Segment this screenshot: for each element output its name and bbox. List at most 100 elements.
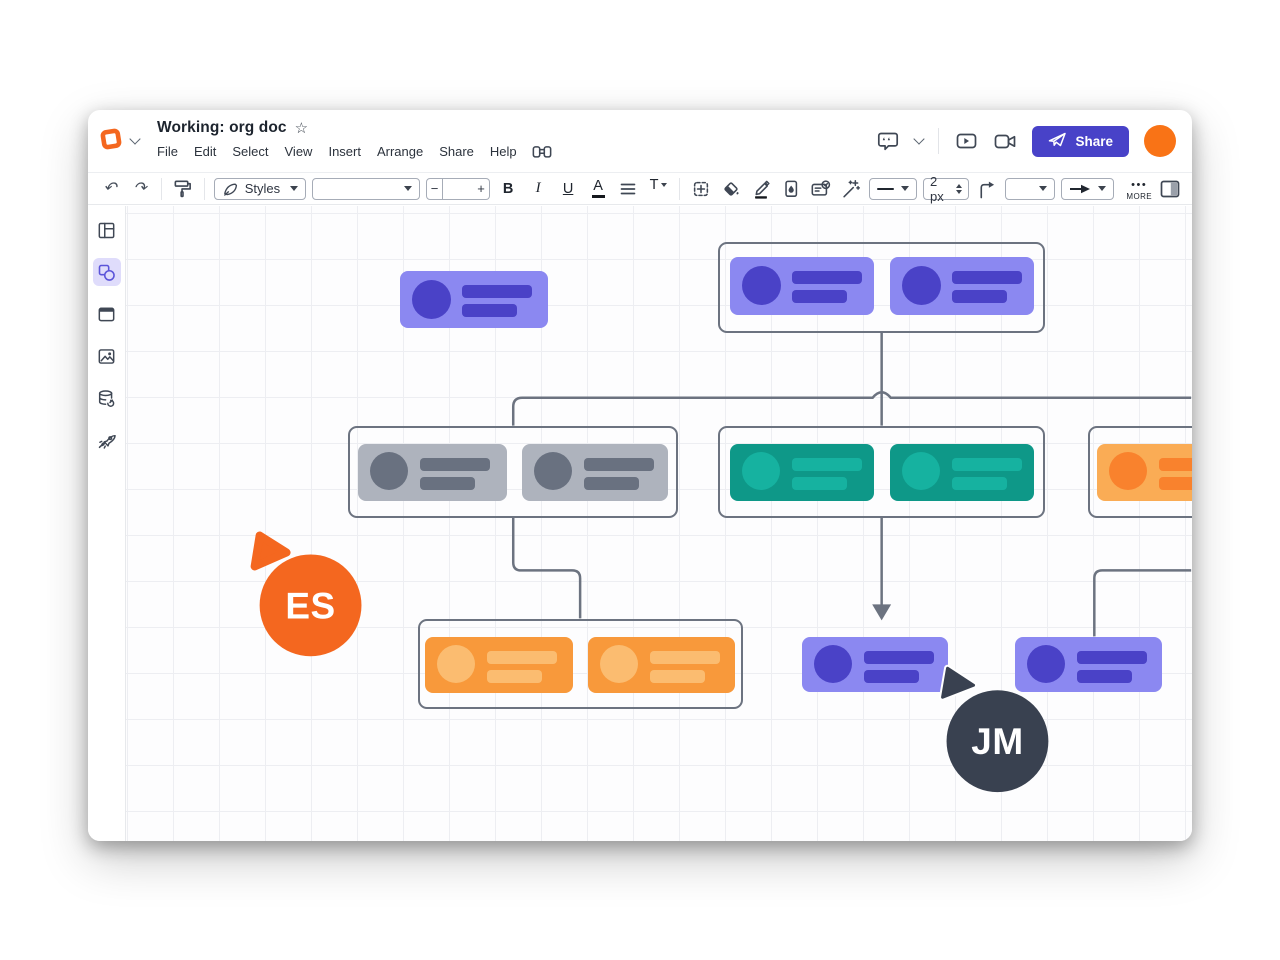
redo-button[interactable] (128, 177, 152, 201)
elbow-connector-icon (977, 179, 996, 199)
line-width-stepper[interactable]: 2 px (923, 178, 969, 200)
text-placeholder (462, 304, 517, 317)
avatar-placeholder (902, 266, 941, 305)
text-placeholder (1159, 477, 1192, 490)
line-start-dropdown[interactable] (1005, 178, 1056, 200)
text-color-button[interactable]: A (586, 177, 610, 201)
org-node[interactable] (1097, 444, 1192, 501)
text-placeholder (792, 290, 847, 303)
text-placeholder (952, 271, 1022, 284)
pencil-line-color-icon (751, 178, 771, 199)
sidebar-item-data[interactable] (93, 384, 121, 412)
sidebar-item-images[interactable] (93, 342, 121, 370)
database-link-icon (96, 388, 117, 409)
menu-help[interactable]: Help (483, 143, 524, 160)
org-node[interactable] (358, 444, 507, 501)
line-end-dropdown[interactable] (1061, 178, 1114, 200)
text-placeholder (792, 271, 862, 284)
sidebar-item-more-shapes[interactable] (93, 426, 121, 454)
more-label: MORE (1126, 193, 1152, 201)
connector-type-button[interactable] (975, 177, 999, 201)
bold-button[interactable]: B (496, 177, 520, 201)
avatar-placeholder (412, 280, 451, 319)
connector-right-elbow (1094, 570, 1191, 636)
org-node-upper-left[interactable] (400, 271, 548, 328)
shadow-button[interactable] (779, 177, 803, 201)
text-placeholder (792, 458, 862, 471)
cursor-pointer-icon (255, 535, 287, 566)
share-button[interactable]: Share (1032, 126, 1129, 157)
document-title[interactable]: Working: org doc (157, 119, 287, 137)
magic-wand-icon (840, 178, 861, 199)
line-style-dropdown[interactable] (869, 178, 917, 200)
text-placeholder (420, 458, 490, 471)
font-size-value[interactable] (443, 178, 473, 200)
present-slideshow-icon[interactable] (954, 129, 978, 153)
panel-right-icon (1160, 180, 1180, 198)
format-painter-button[interactable] (171, 177, 195, 201)
cursor-avatar (947, 690, 1049, 792)
connector-branch (513, 392, 1191, 425)
more-tools-button[interactable]: MORE (1126, 177, 1152, 201)
font-size-increase-button[interactable]: + (473, 178, 490, 200)
stepper-arrows-icon[interactable] (956, 181, 962, 197)
undo-button[interactable] (98, 177, 122, 201)
avatar-placeholder (1027, 645, 1065, 683)
video-camera-icon[interactable] (993, 129, 1017, 153)
fill-color-button[interactable] (719, 177, 743, 201)
menu-share[interactable]: Share (432, 143, 481, 160)
caret-down-icon (1098, 186, 1106, 195)
toolbar: Styles − + B I U A T (88, 172, 1192, 205)
org-node[interactable] (730, 257, 874, 315)
sidebar-item-shapes[interactable] (93, 258, 121, 286)
right-panel-toggle-button[interactable] (1158, 177, 1182, 201)
text-placeholder (650, 651, 720, 664)
text-options-button[interactable]: T (646, 177, 670, 201)
menu-bar: File Edit Select View Insert Arrange Sha… (157, 139, 554, 163)
org-node[interactable] (425, 637, 573, 693)
menu-file[interactable]: File (157, 143, 185, 160)
annotate-button[interactable] (809, 177, 833, 201)
org-node[interactable] (890, 444, 1034, 501)
menu-insert[interactable]: Insert (321, 143, 368, 160)
caret-down-icon (901, 186, 909, 195)
org-node-bottom-center[interactable] (802, 637, 948, 692)
magic-wand-button[interactable] (839, 177, 863, 201)
org-node[interactable] (730, 444, 874, 501)
comments-icon[interactable] (876, 129, 900, 153)
canvas-grid[interactable]: ES JM (126, 206, 1192, 841)
menu-edit[interactable]: Edit (187, 143, 223, 160)
redo-icon (133, 181, 146, 197)
sidebar-item-frames[interactable] (93, 300, 121, 328)
org-node-bottom-right[interactable] (1015, 637, 1162, 692)
caret-down-icon (404, 186, 412, 195)
styles-dropdown[interactable]: Styles (214, 178, 306, 200)
italic-button[interactable]: I (526, 177, 550, 201)
chevron-down-icon (129, 133, 140, 144)
underline-button[interactable]: U (556, 177, 580, 201)
window-frame-icon (96, 304, 117, 325)
app-logo-menu[interactable] (96, 126, 139, 157)
font-size-decrease-button[interactable]: − (426, 178, 443, 200)
menu-select[interactable]: Select (225, 143, 275, 160)
chevron-down-icon[interactable] (914, 133, 925, 144)
caret-down-icon (290, 186, 298, 195)
avatar-placeholder (742, 452, 780, 490)
sidebar-item-layout[interactable] (93, 216, 121, 244)
org-node[interactable] (588, 637, 735, 693)
cursor-avatar (260, 554, 362, 656)
text-align-button[interactable] (616, 177, 640, 201)
header-divider (938, 128, 939, 154)
menu-view[interactable]: View (278, 143, 320, 160)
text-color-swatch (592, 195, 605, 198)
star-favorite-icon[interactable] (295, 121, 308, 136)
font-dropdown[interactable] (312, 178, 420, 200)
shape-style-button[interactable] (689, 177, 713, 201)
line-color-button[interactable] (749, 177, 773, 201)
menu-arrange[interactable]: Arrange (370, 143, 430, 160)
org-node[interactable] (522, 444, 668, 501)
search-binoculars-icon[interactable] (530, 139, 554, 163)
image-icon (96, 346, 117, 367)
user-avatar[interactable] (1144, 125, 1176, 157)
org-node[interactable] (890, 257, 1034, 315)
